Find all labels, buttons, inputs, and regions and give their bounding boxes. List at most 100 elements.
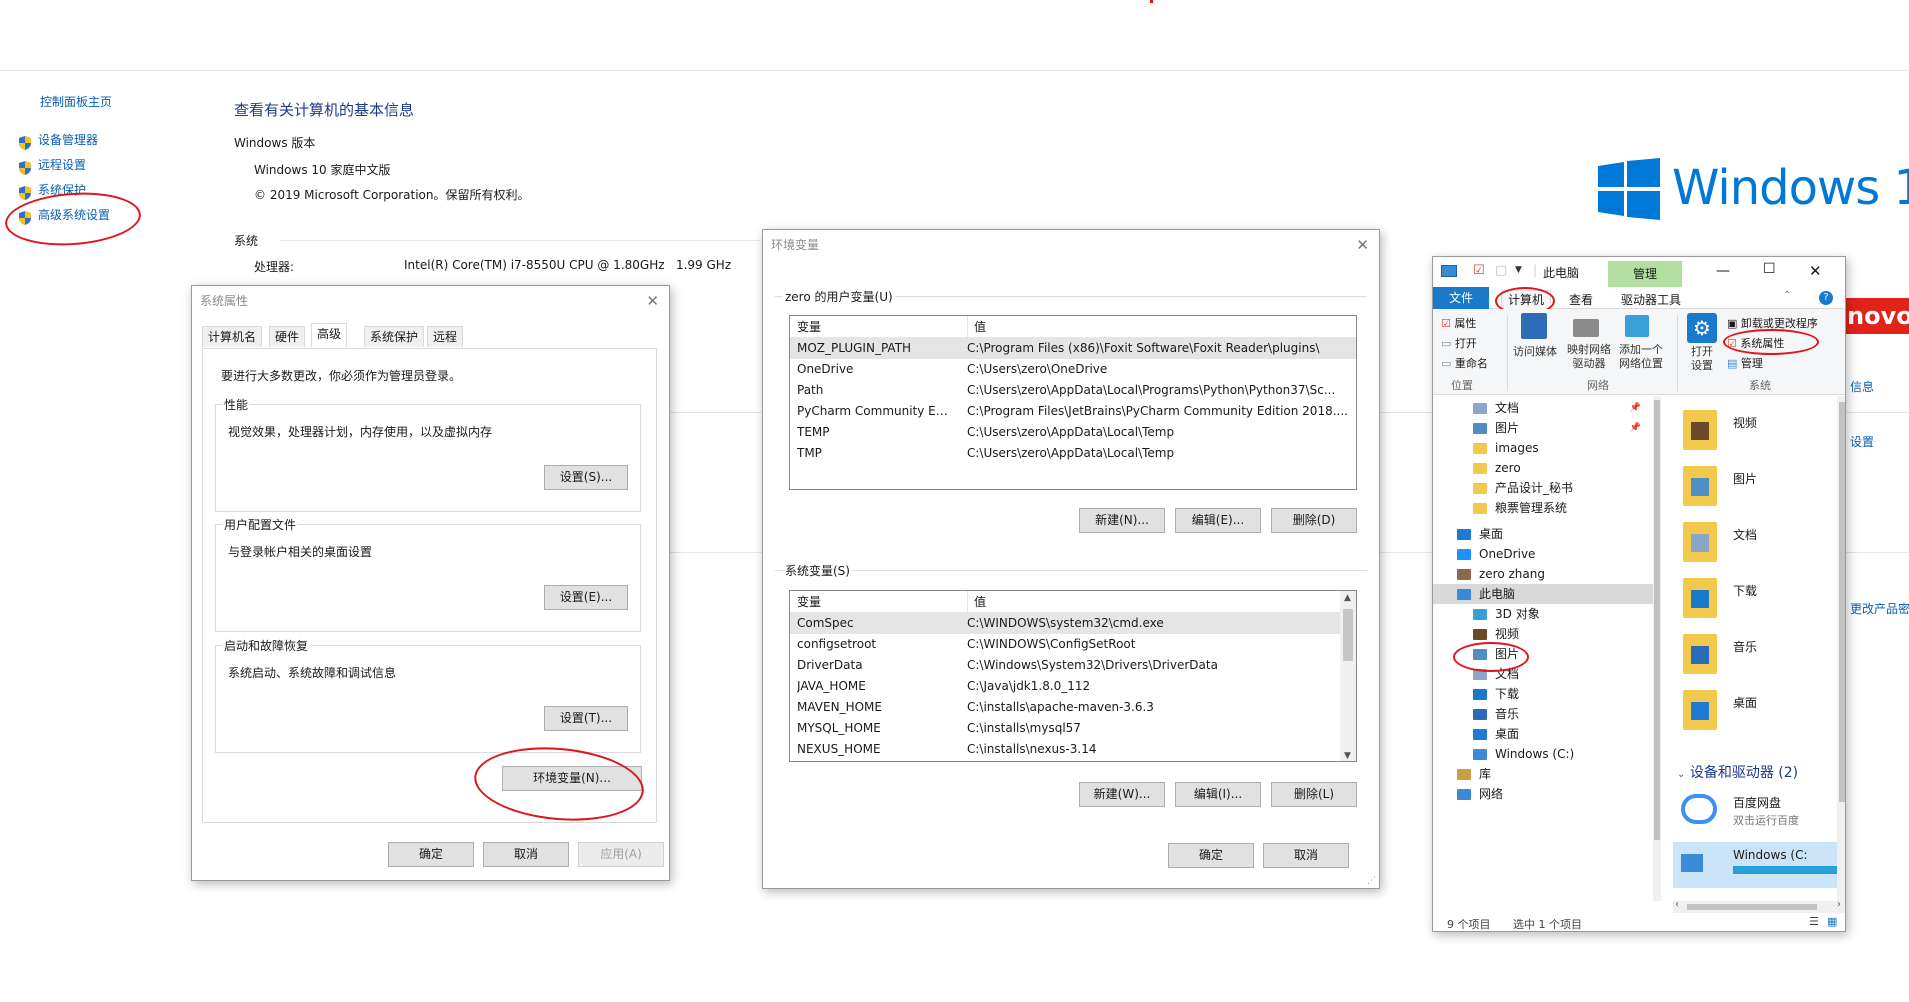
- close-icon[interactable]: ✕: [646, 286, 659, 316]
- table-row[interactable]: Path C:\Users\zero\AppData\Local\Programs…: [790, 380, 1356, 401]
- scroll-right-icon[interactable]: ›: [1837, 899, 1841, 910]
- chevron-up-icon[interactable]: ⌃: [1783, 290, 1791, 301]
- table-row[interactable]: TMP C:\Users\zero\AppData\Local\Temp: [790, 443, 1356, 464]
- nav-item-3[interactable]: images: [1433, 438, 1653, 458]
- scroll-down-icon[interactable]: ▼: [1344, 751, 1351, 761]
- apply-button[interactable]: 应用(A): [578, 842, 664, 867]
- nav-device-manager[interactable]: 设备管理器: [18, 128, 110, 153]
- scroll-thumb[interactable]: [1343, 609, 1353, 661]
- table-row[interactable]: NEXUS_HOME C:\installs\nexus-3.14: [790, 739, 1356, 760]
- user-new-button[interactable]: 新建(N)...: [1079, 508, 1165, 533]
- scrollbar[interactable]: ▲ ▼: [1340, 591, 1356, 761]
- cancel-button[interactable]: 取消: [483, 842, 569, 867]
- nav-item-2[interactable]: 图片 📌: [1433, 418, 1653, 438]
- chevron-down-icon[interactable]: ▼: [1515, 265, 1522, 275]
- windows-c-drive-item[interactable]: Windows (C:: [1673, 842, 1845, 888]
- nav-item-6[interactable]: 粮票管理系统: [1433, 498, 1653, 518]
- performance-settings-button[interactable]: 设置(S)...: [544, 465, 628, 490]
- scroll-up-icon[interactable]: ▲: [1344, 593, 1351, 603]
- table-row[interactable]: OneDrive C:\Users\zero\OneDrive: [790, 359, 1356, 380]
- partial-link-info[interactable]: 信息: [1850, 378, 1874, 395]
- nav-item-8[interactable]: OneDrive: [1433, 544, 1653, 564]
- content-item[interactable]: 桌面: [1677, 686, 1837, 736]
- system-new-button[interactable]: 新建(W)...: [1079, 782, 1165, 807]
- nav-remote-settings[interactable]: 远程设置: [18, 153, 110, 178]
- pin-icon[interactable]: 📌: [1630, 418, 1641, 438]
- nav-scrollbar[interactable]: [1653, 396, 1661, 901]
- control-panel-home-link[interactable]: 控制面板主页: [40, 93, 112, 110]
- manage-context-tab[interactable]: 管理: [1608, 261, 1682, 287]
- nav-item-19[interactable]: 库: [1433, 764, 1653, 784]
- minimize-icon[interactable]: —: [1716, 263, 1730, 279]
- content-item[interactable]: 视频: [1677, 406, 1837, 456]
- user-variables-list[interactable]: 变量 值 MOZ_PLUGIN_PATH C:\Program Files (x86…: [789, 315, 1357, 490]
- ok-button[interactable]: 确定: [1168, 843, 1254, 868]
- column-variable[interactable]: 变量: [797, 316, 821, 338]
- nav-item-16[interactable]: 音乐: [1433, 704, 1653, 724]
- tab-system-protection[interactable]: 系统保护: [364, 326, 425, 347]
- new-folder-quick-icon[interactable]: ▢: [1495, 263, 1507, 278]
- devices-header[interactable]: ⌄ 设备和驱动器 (2): [1677, 762, 1798, 782]
- nav-item-18[interactable]: Windows (C:): [1433, 744, 1653, 764]
- system-delete-button[interactable]: 删除(L): [1271, 782, 1357, 807]
- cancel-button[interactable]: 取消: [1263, 843, 1349, 868]
- open-settings-button[interactable]: 打开设置: [1687, 345, 1717, 373]
- resize-grip-icon[interactable]: ⋰: [1367, 876, 1376, 886]
- table-row[interactable]: JAVA_HOME C:\Java\jdk1.8.0_112: [790, 676, 1356, 697]
- nav-item-12[interactable]: 视频: [1433, 624, 1653, 644]
- table-row[interactable]: configsetroot C:\WINDOWS\ConfigSetRoot: [790, 634, 1356, 655]
- tab-remote[interactable]: 远程: [427, 326, 464, 347]
- tab-file[interactable]: 文件: [1433, 287, 1489, 309]
- scroll-left-icon[interactable]: ‹: [1675, 899, 1679, 910]
- partial-link-settings[interactable]: 设置: [1850, 433, 1874, 450]
- nav-item-11[interactable]: 3D 对象: [1433, 604, 1653, 624]
- content-item[interactable]: 音乐: [1677, 630, 1837, 680]
- column-value[interactable]: 值: [967, 591, 986, 613]
- ribbon-manage[interactable]: ▤ 管理: [1727, 355, 1763, 371]
- close-icon[interactable]: ✕: [1356, 230, 1369, 260]
- content-item[interactable]: 文档: [1677, 518, 1837, 568]
- large-icons-view-icon[interactable]: ▦: [1827, 915, 1837, 928]
- close-icon[interactable]: ✕: [1809, 262, 1822, 280]
- tab-drive-tools[interactable]: 驱动器工具: [1621, 291, 1681, 308]
- table-row[interactable]: DriverData C:\Windows\System32\Drivers\Dr…: [790, 655, 1356, 676]
- content-scrollbar[interactable]: [1837, 396, 1845, 901]
- system-edit-button[interactable]: 编辑(I)...: [1175, 782, 1261, 807]
- table-row[interactable]: MAVEN_HOME C:\installs\apache-maven-3.6.3: [790, 697, 1356, 718]
- nav-item-5[interactable]: 产品设计_秘书: [1433, 478, 1653, 498]
- nav-item-4[interactable]: zero: [1433, 458, 1653, 478]
- user-delete-button[interactable]: 删除(D): [1271, 508, 1357, 533]
- add-network-location-button[interactable]: 添加一个网络位置: [1615, 343, 1667, 371]
- nav-item-15[interactable]: 下载: [1433, 684, 1653, 704]
- maximize-icon[interactable]: ☐: [1763, 261, 1776, 277]
- tab-computer-name[interactable]: 计算机名: [202, 326, 263, 347]
- scroll-thumb[interactable]: [1654, 400, 1660, 840]
- system-variables-list[interactable]: 变量 值 ComSpec C:\WINDOWS\system32\cmd.exe c…: [789, 590, 1357, 762]
- startup-settings-button[interactable]: 设置(T)...: [544, 706, 628, 731]
- table-row[interactable]: PyCharm Community Editi... C:\Program Fil…: [790, 401, 1356, 422]
- nav-item-1[interactable]: 文档 📌: [1433, 398, 1653, 418]
- nav-item-17[interactable]: 桌面: [1433, 724, 1653, 744]
- details-view-icon[interactable]: ☰: [1809, 915, 1819, 928]
- ribbon-rename[interactable]: ▭ 重命名: [1441, 355, 1488, 371]
- table-row[interactable]: MYSQL_HOME C:\installs\mysql57: [790, 718, 1356, 739]
- nav-item-9[interactable]: zero zhang: [1433, 564, 1653, 584]
- baidu-drive-item[interactable]: 百度网盘 双击运行百度: [1677, 788, 1845, 834]
- table-row[interactable]: TEMP C:\Users\zero\AppData\Local\Temp: [790, 422, 1356, 443]
- column-variable[interactable]: 变量: [797, 591, 821, 613]
- user-edit-button[interactable]: 编辑(E)...: [1175, 508, 1261, 533]
- properties-quick-icon[interactable]: ☑: [1473, 263, 1485, 278]
- scroll-thumb[interactable]: [1687, 904, 1817, 910]
- tab-hardware[interactable]: 硬件: [269, 326, 306, 347]
- partial-link-product-key[interactable]: 更改产品密钥: [1850, 600, 1909, 617]
- ok-button[interactable]: 确定: [388, 842, 474, 867]
- table-row[interactable]: ComSpec C:\WINDOWS\system32\cmd.exe: [790, 613, 1356, 634]
- content-item[interactable]: 下载: [1677, 574, 1837, 624]
- nav-item-7[interactable]: 桌面: [1433, 524, 1653, 544]
- content-item[interactable]: 图片: [1677, 462, 1837, 512]
- horizontal-scrollbar[interactable]: ‹ ›: [1673, 899, 1845, 913]
- column-value[interactable]: 值: [967, 316, 986, 338]
- pin-icon[interactable]: 📌: [1630, 398, 1641, 418]
- tab-advanced[interactable]: 高级: [311, 323, 348, 347]
- tab-view[interactable]: 查看: [1569, 291, 1593, 308]
